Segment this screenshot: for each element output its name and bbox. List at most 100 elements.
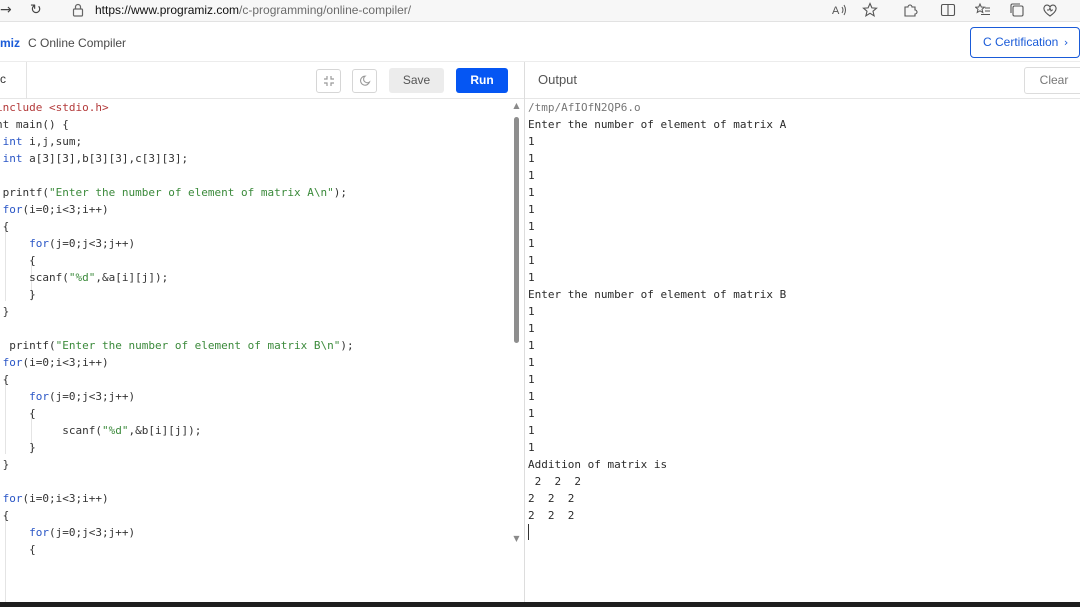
favorites-list-icon[interactable] [975,2,991,18]
output-line: 1 [528,407,535,420]
read-aloud-icon[interactable]: A [832,3,848,17]
code-token: "Enter the number of element of matrix A… [48,186,334,199]
code-token: (i=0;i<3;i++) [22,203,109,216]
address-bar[interactable]: https://www.programiz.com/c-programming/… [95,3,411,17]
code-line[interactable]: } [0,439,36,456]
output-line: 1 [528,390,535,403]
code-line[interactable]: { [0,252,36,269]
scrollbar-thumb[interactable] [514,117,519,343]
output-console[interactable]: /tmp/AfIOfN2QP6.o Enter the number of el… [525,99,1080,602]
editor-scrollbar[interactable]: ▲ ▼ [512,101,521,546]
code-token: } [29,441,36,454]
output-title: Output [538,72,578,87]
lock-icon[interactable] [72,3,84,17]
code-line[interactable]: } [0,286,36,303]
code-line[interactable]: { [0,218,10,235]
extensions-icon[interactable] [902,2,918,18]
reload-icon[interactable]: ↻ [30,1,42,19]
forward-arrow-icon[interactable]: → [0,1,12,19]
scroll-down-arrow-icon[interactable]: ▼ [512,534,521,543]
output-line: 1 [528,373,535,386]
code-token: i,j,sum; [22,135,83,148]
code-line[interactable]: { [0,507,10,524]
code-token: <stdio.h> [48,101,109,114]
split-screen-icon[interactable] [940,3,956,17]
code-line[interactable]: printf("Enter the number of element of m… [0,337,354,354]
code-line[interactable]: for(i=0;i<3;i++) [0,201,109,218]
code-editor[interactable]: include <stdio.h> nt main() { int i,j,sum… [0,99,511,602]
svg-text:A: A [832,5,840,17]
code-line[interactable]: } [0,456,10,473]
code-token: } [2,305,10,318]
code-token: (i=0;i<3;i++) [22,492,109,505]
code-line[interactable]: printf("Enter the number of element of m… [0,184,347,201]
output-line: 1 [528,169,535,182]
code-line[interactable]: for(j=0;j<3;j++) [0,524,135,541]
code-token: nt main() { [0,118,69,131]
code-line[interactable]: scanf("%d",&b[i][j]); [0,422,201,439]
output-line: 1 [528,220,535,233]
browser-toolbar: → ↻ https://www.programiz.com/c-programm… [0,0,1080,22]
output-file-path: /tmp/AfIOfN2QP6.o [528,101,641,114]
code-line[interactable]: int i,j,sum; [0,133,82,150]
code-line[interactable]: for(i=0;i<3;i++) [0,490,109,507]
code-line[interactable]: int a[3][3],b[3][3],c[3][3]; [0,150,188,167]
code-token: (j=0;j<3;j++) [49,390,136,403]
run-button[interactable]: Run [456,68,508,93]
output-line: 1 [528,424,535,437]
collections-icon[interactable] [1009,2,1025,18]
code-line[interactable]: { [0,541,36,558]
chevron-right-icon: › [1060,36,1069,49]
output-line: 1 [528,135,535,148]
output-toolbar: Output Clear [525,62,1080,99]
code-token: "Enter the number of element of matrix B… [55,339,341,352]
output-line: 1 [528,322,535,335]
c-certification-button[interactable]: C Certification › [970,27,1080,58]
code-token: (i=0;i<3;i++) [22,356,109,369]
code-token: ); [340,339,354,352]
fullscreen-icon [323,76,334,86]
code-line[interactable]: for(j=0;j<3;j++) [0,235,135,252]
code-line[interactable]: nt main() { [0,116,69,133]
code-token: { [29,543,36,556]
code-token: } [29,288,36,301]
code-token: for [29,237,49,250]
code-token: { [2,373,10,386]
page-title: C Online Compiler [28,36,127,50]
scroll-up-arrow-icon[interactable]: ▲ [512,101,521,110]
code-token: "%d" [101,424,129,437]
code-token: { [29,254,36,267]
site-header: miz C Online Compiler C Certification › [0,22,1080,62]
code-line[interactable]: { [0,371,10,388]
url-path: /c-programming/online-compiler/ [239,3,412,17]
file-tab[interactable]: c [0,72,6,86]
code-token: for [2,356,23,369]
code-token: { [2,220,10,233]
code-line[interactable]: { [0,405,36,422]
fullscreen-button[interactable] [316,69,341,93]
output-line: 1 [528,203,535,216]
code-line[interactable]: for(i=0;i<3;i++) [0,354,109,371]
code-token: } [2,458,10,471]
code-line[interactable]: } [0,303,10,320]
browser-essentials-icon[interactable] [1042,2,1058,18]
code-token: scanf( [0,424,102,437]
code-line[interactable]: scanf("%d",&a[i][j]); [0,269,168,286]
code-token: "%d" [68,271,96,284]
code-token: { [29,407,36,420]
output-line: Enter the number of element of matrix A [528,118,787,131]
output-line: 1 [528,271,535,284]
code-token: for [2,203,23,216]
code-token: printf( [0,186,49,199]
save-button[interactable]: Save [389,68,444,93]
programiz-logo[interactable]: miz [0,36,20,50]
dark-mode-button[interactable] [352,69,377,93]
favorite-star-icon[interactable] [862,2,878,18]
code-token: ,&b[i][j]); [128,424,202,437]
clear-button[interactable]: Clear [1024,67,1080,94]
code-line[interactable]: for(j=0;j<3;j++) [0,388,135,405]
code-line[interactable]: include <stdio.h> [0,99,109,116]
